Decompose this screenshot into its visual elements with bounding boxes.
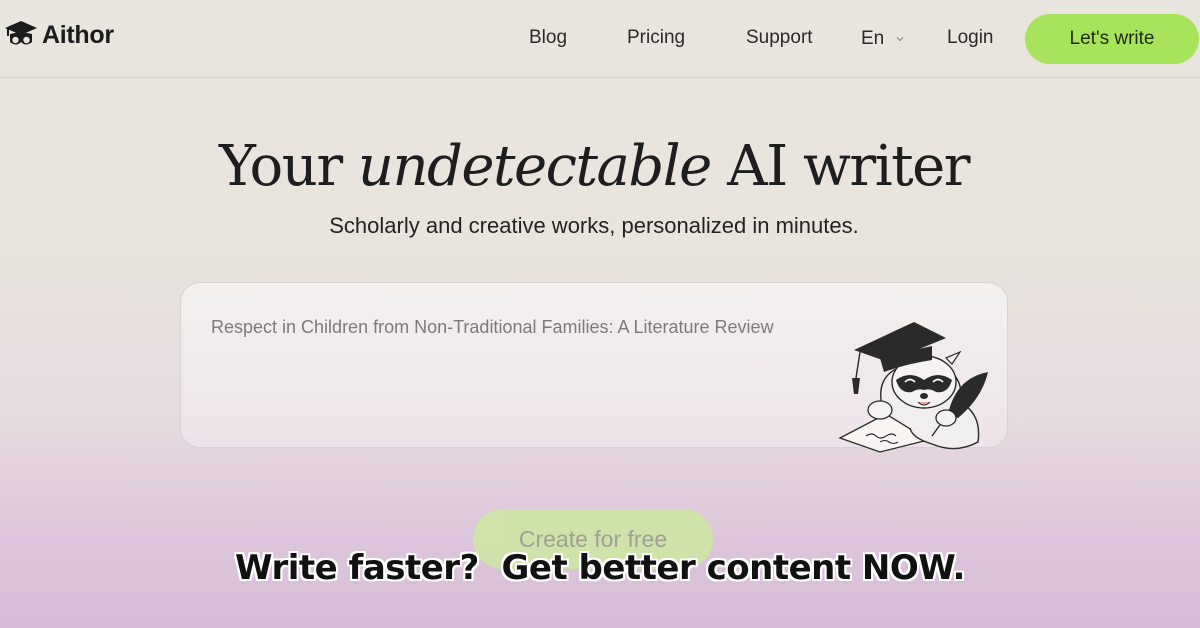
login-link[interactable]: Login [947, 27, 994, 49]
hero-title: Your undetectable AI writer [0, 134, 1188, 199]
top-nav-bar: Aithor Blog Pricing Support En Login Let… [0, 0, 1200, 78]
topic-input-placeholder[interactable]: Respect in Children from Non-Traditional… [211, 317, 774, 338]
brand-logo[interactable]: Aithor [4, 18, 114, 52]
language-label: En [861, 28, 885, 49]
language-selector[interactable]: En [861, 28, 904, 50]
overlay-caption: Write faster? Get better content NOW. [235, 548, 965, 588]
nav-link-blog[interactable]: Blog [529, 27, 567, 49]
hero-title-part1: Your [218, 134, 358, 199]
brand-name: Aithor [42, 20, 114, 49]
lets-write-button[interactable]: Let's write [1025, 14, 1199, 64]
nav-link-pricing[interactable]: Pricing [627, 27, 685, 49]
chevron-down-icon [896, 37, 904, 42]
hero-title-part2: AI writer [710, 134, 970, 199]
nav-link-support[interactable]: Support [746, 27, 813, 49]
raccoon-graduate-illustration [838, 322, 988, 453]
hero-subtitle: Scholarly and creative works, personaliz… [329, 213, 859, 238]
hero-title-italic: undetectable [357, 134, 712, 199]
graduation-cap-mask-icon [5, 21, 37, 45]
